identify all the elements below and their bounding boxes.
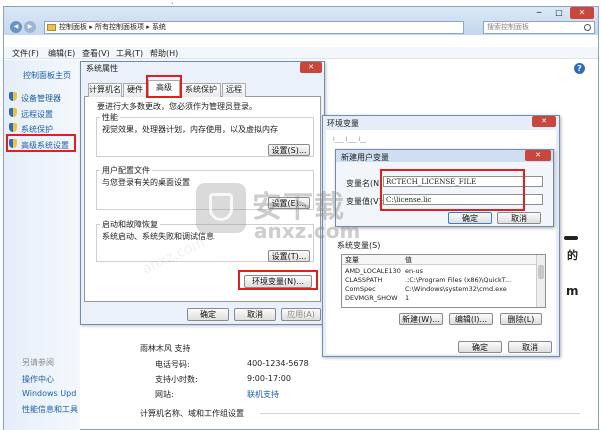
right-fragment-b: m: [566, 284, 579, 298]
help-icon[interactable]: ?: [574, 63, 585, 74]
highlight-advanced-tab: [146, 75, 182, 98]
tab-system-protection[interactable]: 系统保护: [181, 83, 221, 97]
startup-settings-button[interactable]: 设置(T)...: [268, 250, 310, 262]
tab-computer-name[interactable]: 计算机名: [88, 83, 122, 97]
menu-tools[interactable]: 工具(T): [116, 48, 143, 59]
performance-label: 性能: [100, 112, 120, 123]
see-also-windows-update[interactable]: Windows Upd: [22, 389, 76, 398]
support-phone-label: 电话号码:: [155, 360, 190, 369]
list-item[interactable]: ComSpec C:\Windows\system32\cmd.exe: [345, 285, 535, 293]
breadcrumb-item[interactable]: 系统: [152, 23, 166, 31]
menu-edit[interactable]: 编辑(E): [48, 48, 75, 59]
watermark-shield-icon: [209, 193, 233, 221]
support-hours-value: 9:00-17:00: [247, 374, 291, 383]
search-icon: [584, 24, 591, 31]
section-divider: [260, 413, 580, 414]
see-also-action-center[interactable]: 操作中心: [22, 374, 54, 385]
system-properties-close-button[interactable]: ✕: [300, 62, 322, 73]
admin-note: 要进行大多数更改，您必须作为管理员登录。: [97, 102, 257, 111]
breadcrumb[interactable]: 控制面板 ▸ 所有控制面板项 ▸ 系统: [44, 21, 464, 34]
highlight-env-button: [238, 270, 318, 290]
forward-button[interactable]: ▶: [24, 21, 36, 33]
device-manager-shield-icon: [9, 92, 17, 101]
left-pane-home[interactable]: 控制面板主页: [23, 70, 71, 81]
watermark-domain: anxz.com: [254, 219, 361, 243]
list-header: 变量 值: [342, 255, 536, 265]
column-value[interactable]: 值: [405, 255, 412, 265]
menu-help[interactable]: 帮助(H): [150, 48, 178, 59]
env-delete-button[interactable]: 删除(L): [500, 313, 542, 325]
startup-label: 启动和故障恢复: [100, 219, 160, 230]
remote-settings-shield-icon: [9, 108, 17, 117]
minimize-button[interactable]: ─: [530, 7, 548, 19]
highlight-advanced-settings: [6, 134, 76, 152]
env-ok-button[interactable]: 确定: [458, 341, 502, 353]
env-edit-button[interactable]: 编辑(I)...: [449, 313, 493, 325]
search-placeholder: 搜索控制面板: [487, 23, 529, 31]
menu-view[interactable]: 查看(V): [82, 48, 110, 59]
env-obscured-text: I___ I___ I__: [333, 136, 367, 143]
sysprops-apply-button[interactable]: 应用(A): [281, 308, 321, 321]
menu-file[interactable]: 文件(F): [12, 48, 39, 59]
scrollbar-thumb[interactable]: [538, 265, 544, 279]
highlight-variable-fields: [380, 169, 525, 211]
maximize-button[interactable]: □: [550, 7, 568, 19]
left-item-device-manager[interactable]: 设备管理器: [21, 93, 61, 104]
windows-logo-fragment: [564, 236, 578, 240]
breadcrumb-separator: ▸: [143, 23, 152, 31]
right-fragment-a: 的: [567, 249, 578, 262]
new-variable-cancel-button[interactable]: 取消: [497, 212, 541, 224]
list-scrollbar[interactable]: [536, 255, 545, 307]
sysprops-cancel-button[interactable]: 取消: [234, 308, 276, 321]
list-item[interactable]: CLASSPATH .;C:\Program Files (x86)\QuickT…: [345, 276, 535, 284]
tab-hardware[interactable]: 硬件: [123, 83, 147, 97]
system-protection-shield-icon: [9, 123, 17, 132]
user-profile-label: 用户配置文件: [100, 165, 152, 176]
search-input[interactable]: 搜索控制面板: [483, 21, 595, 34]
computer-name-section: 计算机名称、域和工作组设置: [140, 409, 244, 418]
support-hours-label: 支持小时数:: [155, 375, 198, 384]
new-user-variable-close-button[interactable]: ✕: [525, 150, 551, 161]
close-button[interactable]: ✕: [570, 7, 594, 19]
performance-desc: 视觉效果，处理器计划，内存使用，以及虚拟内存: [102, 125, 278, 134]
env-new-button[interactable]: 新建(W)...: [399, 313, 443, 325]
folder-icon: [47, 24, 56, 31]
env-cancel-button[interactable]: 取消: [508, 341, 552, 353]
watermark-logo: [196, 183, 246, 233]
system-variables-list[interactable]: 变量 值 AMD_LOCALE130 en-us CLASSPATH .;C:\Pr…: [341, 254, 546, 308]
window-controls: ─ □ ✕: [530, 7, 596, 19]
list-item[interactable]: DEVMGR_SHOW 1: [345, 294, 535, 302]
support-website-link[interactable]: 联机支持: [247, 389, 279, 400]
column-variable[interactable]: 变量: [345, 255, 359, 265]
see-also-performance[interactable]: 性能信息和工具: [22, 404, 78, 415]
list-item[interactable]: AMD_LOCALE130 en-us: [345, 267, 535, 275]
tab-remote[interactable]: 远程: [222, 83, 246, 97]
breadcrumb-item[interactable]: 所有控制面板项: [95, 23, 144, 31]
new-variable-ok-button[interactable]: 确定: [448, 212, 492, 224]
top-cropped-text: _____________ ___ __ _ __ ____________ _…: [40, 0, 202, 5]
left-item-remote-settings[interactable]: 远程设置: [21, 109, 53, 120]
breadcrumb-item[interactable]: 控制面板: [59, 23, 87, 31]
see-also-heading: 另请参阅: [22, 358, 54, 367]
support-brand: 雨林木风 支持: [140, 344, 191, 353]
performance-settings-button[interactable]: 设置(S)...: [268, 144, 310, 156]
system-properties-title: 系统属性: [86, 64, 118, 73]
new-user-variable-title: 新建用户变量: [341, 153, 389, 162]
variable-value-label: 变量值(V):: [346, 197, 385, 206]
support-phone-value: 400-1234-5678: [247, 359, 309, 368]
breadcrumb-separator: ▸: [87, 23, 95, 31]
environment-variables-close-button[interactable]: ✕: [532, 116, 556, 127]
user-profile-desc: 与您登录有关的桌面设置: [102, 178, 190, 187]
back-button[interactable]: ◀: [10, 21, 22, 33]
support-website-label: 网站:: [155, 390, 174, 399]
menu-bar: 文件(F) 编辑(E) 查看(V) 工具(T) 帮助(H): [4, 47, 598, 59]
environment-variables-title: 环境变量: [327, 119, 359, 128]
sysprops-ok-button[interactable]: 确定: [187, 308, 229, 321]
